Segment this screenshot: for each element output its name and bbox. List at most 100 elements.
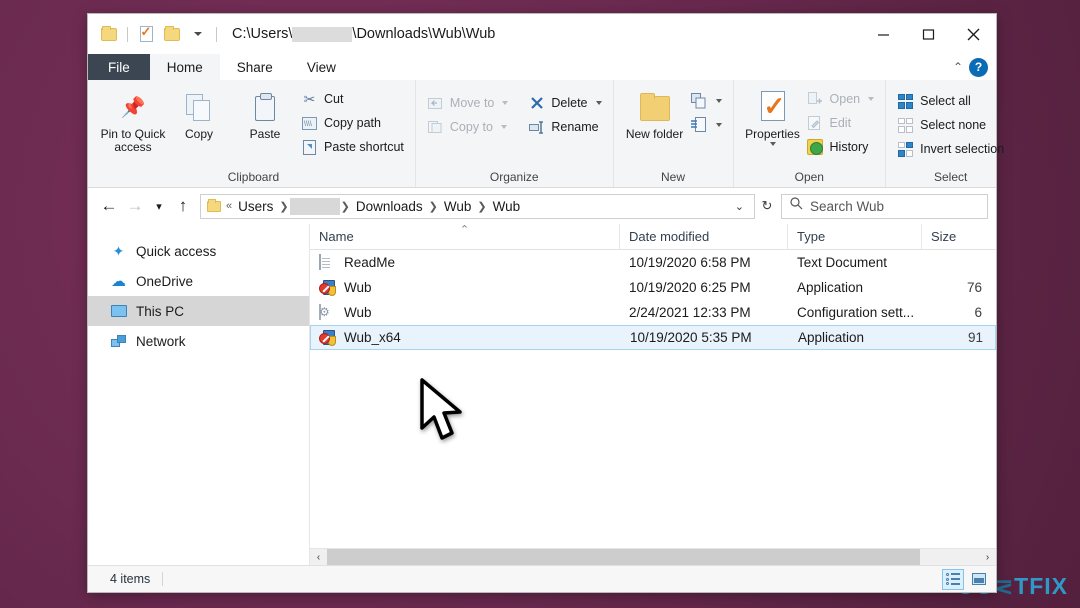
properties-icon[interactable] bbox=[133, 21, 159, 47]
breadcrumb-item-wub-inner[interactable]: Wub bbox=[488, 199, 526, 214]
cut-button[interactable]: ✂ Cut bbox=[298, 88, 407, 110]
folder-icon[interactable] bbox=[96, 21, 122, 47]
copy-path-button[interactable]: \\\\ Copy path bbox=[298, 112, 407, 134]
select-all-button[interactable]: Select all bbox=[894, 90, 1007, 112]
invert-selection-button[interactable]: Invert selection bbox=[894, 138, 1007, 160]
new-folder-button[interactable]: New folder bbox=[622, 86, 688, 141]
rename-button[interactable]: Rename bbox=[525, 116, 604, 138]
chevron-down-icon bbox=[868, 97, 875, 101]
close-button[interactable] bbox=[951, 14, 996, 54]
copy-icon bbox=[186, 88, 212, 128]
copy-to-icon bbox=[427, 119, 444, 136]
tab-file[interactable]: File bbox=[88, 54, 150, 80]
breadcrumb-item-users[interactable]: Users bbox=[233, 199, 278, 214]
ribbon-group-select: Select all Select none Invert selection … bbox=[885, 80, 1015, 187]
column-header-type[interactable]: Type bbox=[788, 224, 922, 249]
copy-to-button[interactable]: Copy to bbox=[424, 116, 511, 138]
delete-button[interactable]: Delete bbox=[525, 92, 604, 114]
button-label: Copy path bbox=[324, 116, 381, 130]
tab-share[interactable]: Share bbox=[220, 54, 290, 80]
forward-button[interactable]: → bbox=[122, 193, 148, 219]
ribbon-group-clipboard: 📌 Pin to Quick access Copy Paste ✂ Cut \… bbox=[92, 80, 415, 187]
divider bbox=[127, 26, 128, 42]
button-label: New folder bbox=[625, 127, 684, 141]
button-label: Copy to bbox=[449, 120, 493, 134]
paste-button[interactable]: Paste bbox=[232, 86, 298, 141]
paste-shortcut-button[interactable]: Paste shortcut bbox=[298, 136, 407, 158]
tab-home[interactable]: Home bbox=[149, 54, 220, 80]
search-box[interactable]: Search Wub bbox=[781, 193, 988, 219]
tab-view[interactable]: View bbox=[290, 54, 353, 80]
new-item-button[interactable] bbox=[688, 90, 725, 112]
open-button[interactable]: Open bbox=[804, 88, 878, 110]
select-none-button[interactable]: Select none bbox=[894, 114, 1007, 136]
scissors-icon: ✂ bbox=[303, 90, 316, 107]
file-name: Wub_x64 bbox=[344, 330, 401, 345]
button-label: Rename bbox=[551, 120, 599, 134]
easy-access-button[interactable] bbox=[688, 114, 725, 136]
ribbon-group-organize: Move to Copy to Delete Rename Organize bbox=[414, 80, 613, 187]
group-label-clipboard: Clipboard bbox=[227, 170, 280, 184]
scroll-right-button[interactable]: › bbox=[979, 549, 996, 565]
button-label: Properties bbox=[745, 127, 800, 141]
history-button[interactable]: History bbox=[804, 136, 878, 158]
window-content: ✦ Quick access ☁ OneDrive This PC Networ… bbox=[88, 224, 996, 565]
help-button[interactable]: ? bbox=[969, 57, 988, 77]
horizontal-scrollbar[interactable]: ‹ › bbox=[310, 548, 996, 565]
back-button[interactable]: ← bbox=[96, 193, 122, 219]
column-header-name[interactable]: ⌃ Name bbox=[310, 224, 620, 249]
breadcrumb-overflow[interactable]: « bbox=[225, 200, 233, 212]
move-to-button[interactable]: Move to bbox=[424, 92, 511, 114]
details-view-button[interactable] bbox=[942, 568, 964, 590]
column-label: Type bbox=[797, 229, 826, 244]
file-name-cell: Wub bbox=[310, 303, 620, 322]
thumbnail-view-button[interactable] bbox=[968, 569, 990, 590]
group-label-organize: Organize bbox=[489, 170, 539, 184]
breadcrumb-item-redacted[interactable] bbox=[289, 197, 340, 215]
nav-item-this-pc[interactable]: This PC bbox=[88, 296, 309, 326]
application-icon bbox=[319, 279, 336, 297]
application-icon bbox=[319, 329, 336, 347]
copy-button[interactable]: Copy bbox=[166, 86, 232, 141]
star-icon: ✦ bbox=[112, 242, 125, 259]
invert-selection-icon bbox=[897, 141, 914, 158]
recent-locations-button[interactable]: ▾ bbox=[148, 193, 170, 219]
chevron-down-icon[interactable]: ⌄ bbox=[729, 200, 750, 213]
column-header-size[interactable]: Size bbox=[922, 224, 982, 249]
chevron-up-icon[interactable]: ⌃ bbox=[953, 60, 963, 74]
breadcrumb-item-downloads[interactable]: Downloads bbox=[351, 199, 428, 214]
table-row[interactable]: ReadMe 10/19/2020 6:58 PM Text Document bbox=[310, 250, 996, 275]
table-row[interactable]: Wub 2/24/2021 12:33 PM Configuration set… bbox=[310, 300, 996, 325]
cloud-icon: ☁ bbox=[111, 273, 126, 290]
edit-button[interactable]: Edit bbox=[804, 112, 878, 134]
redacted-username bbox=[292, 26, 353, 42]
group-label-new: New bbox=[661, 170, 686, 184]
scrollbar-track[interactable] bbox=[327, 549, 979, 565]
properties-button[interactable]: ✓ Properties bbox=[742, 86, 804, 146]
refresh-button[interactable]: ↻ bbox=[755, 194, 779, 219]
table-row[interactable]: Wub_x64 10/19/2020 5:35 PM Application 9… bbox=[310, 325, 996, 350]
maximize-button[interactable] bbox=[906, 14, 951, 54]
nav-item-quick-access[interactable]: ✦ Quick access bbox=[88, 236, 309, 266]
column-header-date-modified[interactable]: Date modified bbox=[620, 224, 788, 249]
breadcrumb-item-wub[interactable]: Wub bbox=[439, 199, 477, 214]
scrollbar-thumb[interactable] bbox=[327, 549, 921, 565]
thumbnail-view-icon bbox=[972, 573, 986, 585]
nav-item-network[interactable]: Network bbox=[88, 326, 309, 356]
nav-item-onedrive[interactable]: ☁ OneDrive bbox=[88, 266, 309, 296]
edit-icon bbox=[807, 115, 824, 132]
up-button[interactable]: ↑ bbox=[170, 193, 196, 219]
pin-to-quick-access-button[interactable]: 📌 Pin to Quick access bbox=[100, 86, 166, 154]
svg-text:\\\\: \\\\ bbox=[304, 121, 312, 128]
column-headers: ⌃ Name Date modified Type Size bbox=[310, 224, 996, 250]
sort-ascending-icon: ⌃ bbox=[459, 224, 470, 236]
details-view-icon bbox=[946, 573, 960, 585]
breadcrumb-bar[interactable]: « Users ❯ ❯ Downloads ❯ Wub ❯ Wub ⌄ bbox=[200, 193, 755, 219]
chevron-down-icon[interactable] bbox=[185, 21, 211, 47]
folder-icon[interactable] bbox=[159, 21, 185, 47]
minimize-button[interactable] bbox=[861, 14, 906, 54]
table-row[interactable]: Wub 10/19/2020 6:25 PM Application 76 bbox=[310, 275, 996, 300]
scroll-left-button[interactable]: ‹ bbox=[310, 549, 327, 565]
file-date-cell: 10/19/2020 5:35 PM bbox=[630, 330, 752, 345]
window-controls bbox=[861, 14, 996, 54]
